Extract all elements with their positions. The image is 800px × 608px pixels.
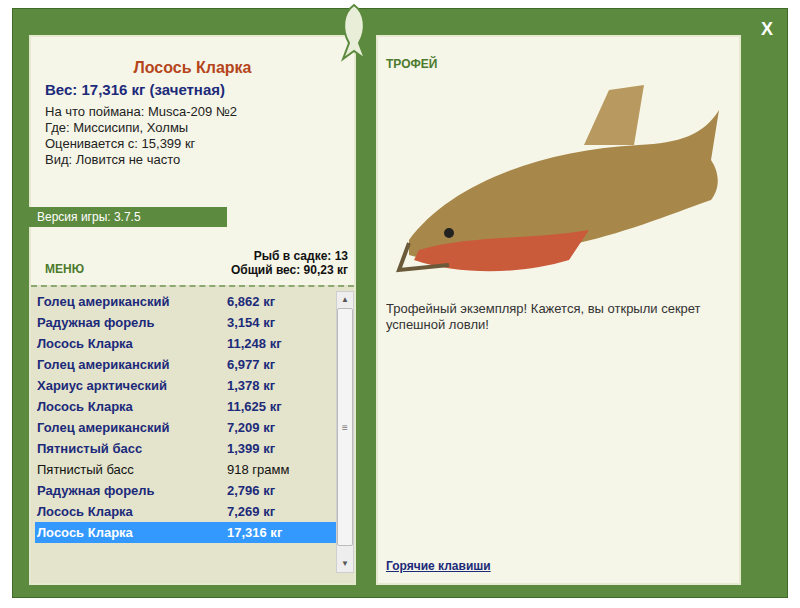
fish-row[interactable]: Хариус арктический1,378 кг [35, 375, 336, 396]
trophy-panel: ТРОФЕЙ Трофейный экземпляр! Кажется, вы о… [376, 35, 741, 585]
row-name: Хариус арктический [37, 378, 227, 393]
row-weight: 7,209 кг [227, 420, 336, 435]
trophy-message: Трофейный экземпляр! Кажется, вы открыли… [386, 301, 731, 333]
trout-icon [389, 65, 729, 295]
scroll-track: ≡ [337, 308, 353, 556]
fish-count: Рыб в садке: 13 [231, 249, 348, 263]
detail-line: Где: Миссисипи, Холмы [45, 120, 340, 136]
fish-row[interactable]: Лосось Кларка17,316 кг [35, 522, 336, 543]
fish-row[interactable]: Голец американский7,209 кг [35, 417, 336, 438]
fish-row[interactable]: Пятнистый басс918 грамм [35, 459, 336, 480]
fish-row[interactable]: Лосось Кларка11,625 кг [35, 396, 336, 417]
catch-info: Лосось Кларка Вес: 17,316 кг (зачетная) На… [31, 37, 354, 207]
row-name: Голец американский [37, 420, 227, 435]
fish-list: Голец американский6,862 кгРадужная форел… [31, 285, 354, 583]
fish-name: Лосось Кларка [45, 59, 340, 77]
fish-row[interactable]: Радужная форель2,796 кг [35, 480, 336, 501]
detail-line: Вид: Ловится не часто [45, 152, 340, 168]
row-weight: 2,796 кг [227, 483, 336, 498]
row-weight: 6,977 кг [227, 357, 336, 372]
fish-row[interactable]: Лосось Кларка7,269 кг [35, 501, 336, 522]
detail-line: Оценивается с: 15,399 кг [45, 136, 340, 152]
row-weight: 918 грамм [227, 462, 336, 477]
trophy-label: ТРОФЕЙ [386, 57, 731, 71]
fish-image [386, 65, 731, 295]
fish-row[interactable]: Голец американский6,862 кг [35, 291, 336, 312]
row-weight: 1,378 кг [227, 378, 336, 393]
scrollbar[interactable]: ▲≡ ▼ [336, 291, 354, 573]
version-bar: Версия игры: 3.7.5 [29, 207, 227, 227]
fish-weight: Вес: 17,316 кг (зачетная) [45, 81, 340, 98]
fish-row[interactable]: Голец американский6,977 кг [35, 354, 336, 375]
menu-button[interactable]: МЕНЮ [45, 250, 84, 276]
detail-line: На что поймана: Musca-209 №2 [45, 104, 340, 120]
catch-window: X Лосось Кларка Вес: 17,316 кг (зачетная) Н… [12, 8, 788, 598]
row-weight: 1,399 кг [227, 441, 336, 456]
fish-row[interactable]: Радужная форель3,154 кг [35, 312, 336, 333]
row-name: Голец американский [37, 357, 227, 372]
row-name: Пятнистый басс [37, 441, 227, 456]
keepnet-summary: Рыб в садке: 13Общий вес: 90,23 кг [231, 249, 348, 277]
fish-row[interactable]: Пятнистый басс1,399 кг [35, 438, 336, 459]
row-weight: 11,248 кг [227, 336, 336, 351]
fish-row[interactable]: Лосось Кларка11,248 кг [35, 333, 336, 354]
row-weight: 17,316 кг [227, 525, 336, 540]
row-name: Лосось Кларка [37, 336, 227, 351]
row-name: Лосось Кларка [37, 504, 227, 519]
row-weight: 6,862 кг [227, 294, 336, 309]
row-weight: 3,154 кг [227, 315, 336, 330]
row-name: Голец американский [37, 294, 227, 309]
info-panel: Лосось Кларка Вес: 17,316 кг (зачетная) На… [29, 35, 356, 585]
row-weight: 11,625 кг [227, 399, 336, 414]
close-button[interactable]: X [761, 19, 773, 40]
fish-logo-icon [331, 3, 377, 63]
menu-row: МЕНЮ Рыб в садке: 13Общий вес: 90,23 кг [31, 227, 354, 285]
scroll-thumb[interactable]: ≡ [337, 308, 353, 546]
row-name: Лосось Кларка [37, 525, 227, 540]
total-weight: Общий вес: 90,23 кг [231, 263, 348, 277]
row-name: Пятнистый басс [37, 462, 227, 477]
row-weight: 7,269 кг [227, 504, 336, 519]
row-name: Радужная форель [37, 483, 227, 498]
scroll-up-button[interactable]: ▲ [337, 292, 353, 308]
hotkeys-link[interactable]: Горячие клавиши [386, 559, 731, 573]
row-name: Лосось Кларка [37, 399, 227, 414]
row-name: Радужная форель [37, 315, 227, 330]
scroll-down-button[interactable]: ▼ [337, 556, 353, 572]
